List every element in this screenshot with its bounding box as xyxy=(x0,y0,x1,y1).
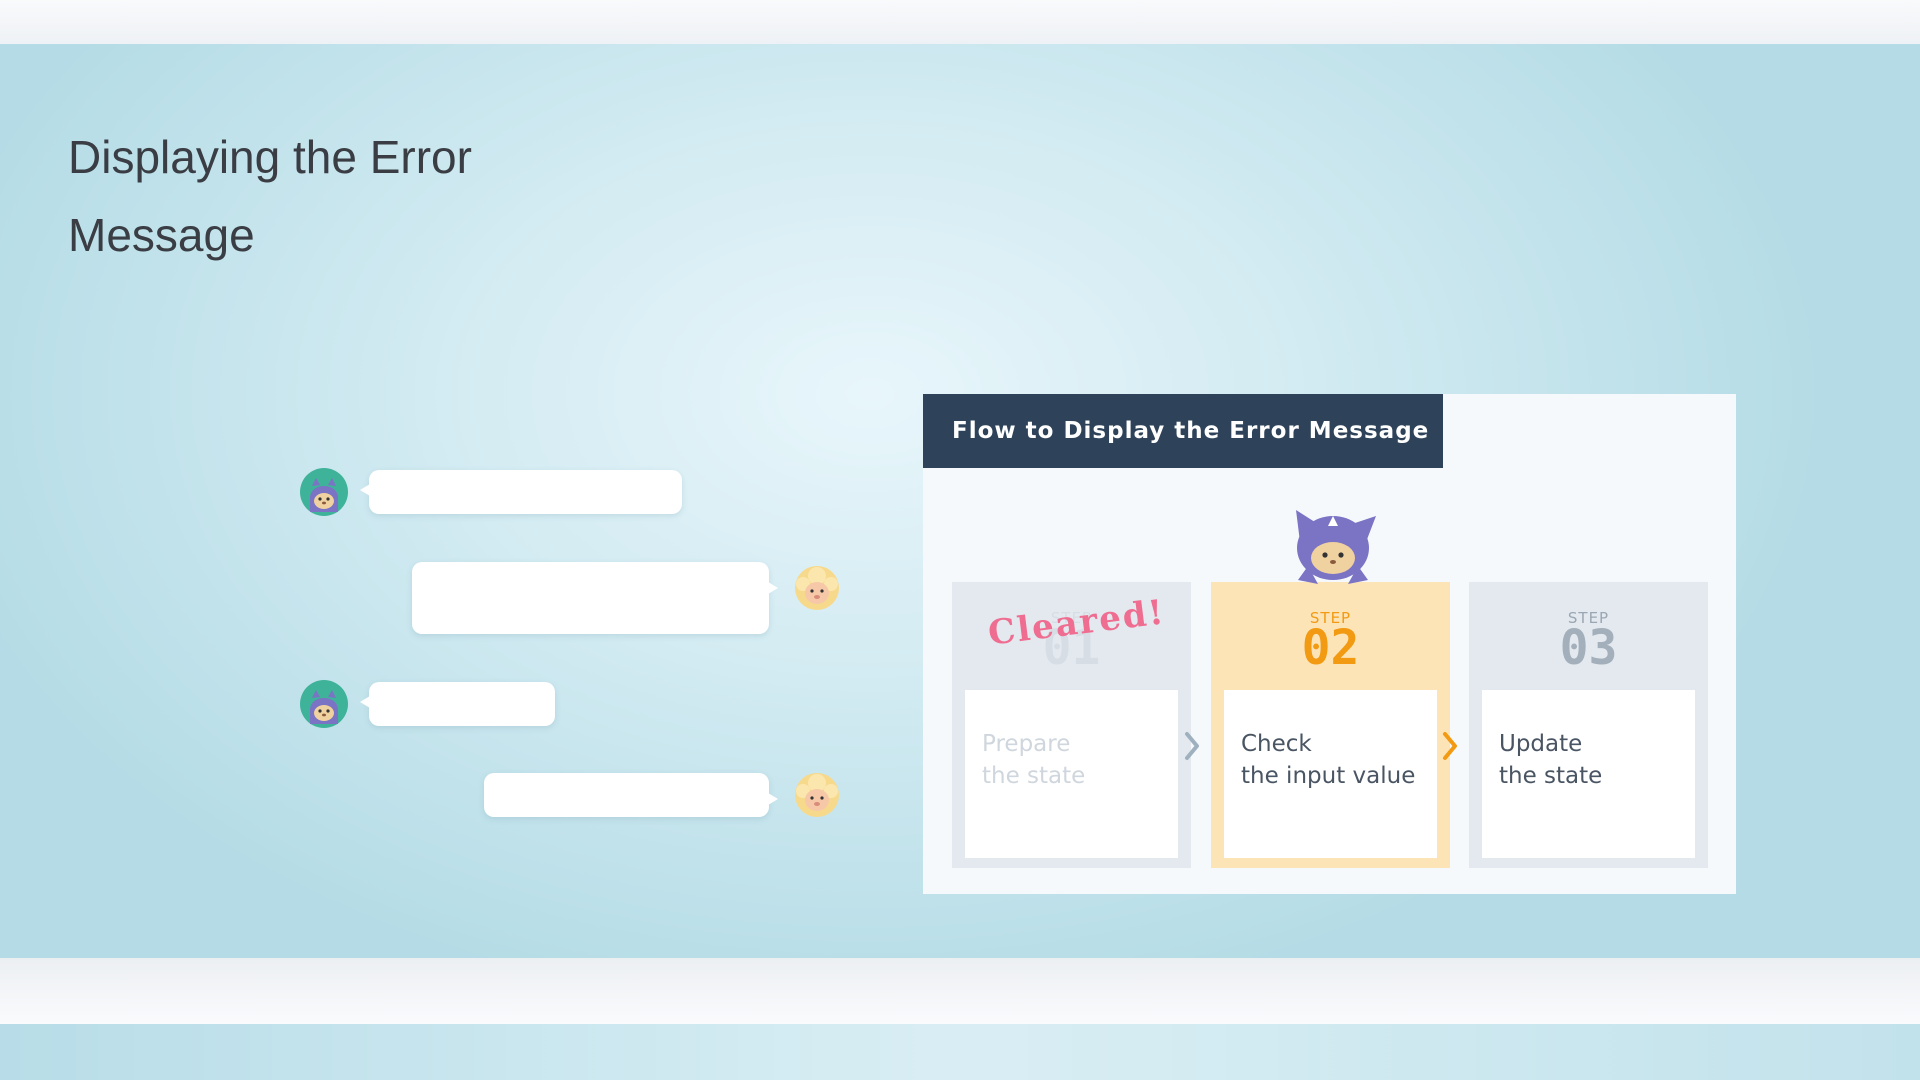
top-strip xyxy=(0,0,1920,44)
bottom-strip xyxy=(0,958,1920,1024)
purple-cat-mascot-icon xyxy=(1278,500,1388,590)
chat-bubble xyxy=(360,682,555,726)
next-slide-preview xyxy=(0,1024,1920,1080)
page-title: Displaying the Error Message xyxy=(68,131,472,261)
chat-bubble xyxy=(484,773,778,817)
step-description: Check the input value xyxy=(1224,690,1437,858)
step-description: Prepare the state xyxy=(965,690,1178,858)
purple-cat-avatar-icon xyxy=(300,468,348,516)
flow-panel-heading: Flow to Display the Error Message xyxy=(923,394,1443,468)
purple-cat-avatar-icon xyxy=(300,680,348,728)
chat-bubble xyxy=(412,562,778,634)
chevron-right-icon xyxy=(1181,726,1205,766)
step-description: Update the state xyxy=(1482,690,1695,858)
step-number: 02 xyxy=(1301,620,1360,676)
sheep-avatar-icon xyxy=(793,564,841,612)
step-card-02: STEP 02 Check the input value xyxy=(1211,582,1450,868)
chat-bubble xyxy=(360,470,682,514)
sheep-avatar-icon xyxy=(793,771,841,819)
step-card-03: STEP 03 Update the state xyxy=(1469,582,1708,868)
chevron-right-icon xyxy=(1439,726,1463,766)
step-number: 03 xyxy=(1559,620,1618,676)
